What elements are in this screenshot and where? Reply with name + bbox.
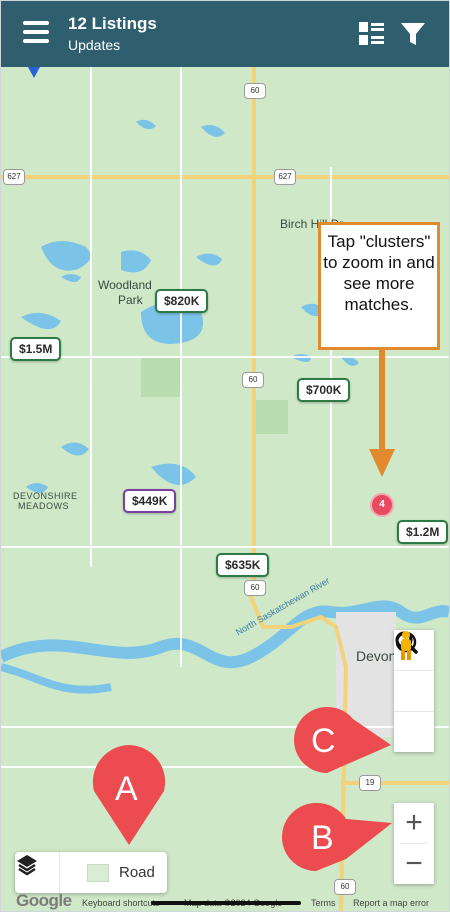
filter-icon[interactable] bbox=[399, 20, 427, 48]
callout-c-badge bbox=[294, 706, 391, 773]
tooltip-arrow-icon bbox=[369, 349, 395, 477]
top-bar: 12 Listings Updates bbox=[1, 1, 449, 67]
zoom-control: + − bbox=[394, 803, 434, 884]
map-graphics bbox=[1, 67, 449, 911]
callout-c-label: C bbox=[311, 722, 336, 760]
callout-a-label: A bbox=[115, 770, 138, 808]
app-window: 12 Listings Updates 60 627 627 60 60 19 … bbox=[0, 0, 450, 912]
highway-shield: 60 bbox=[334, 879, 356, 895]
layers-icon[interactable] bbox=[15, 852, 60, 893]
highway-shield: 19 bbox=[359, 775, 381, 791]
terms-link[interactable]: Terms bbox=[311, 898, 336, 908]
listing-price-tag[interactable]: $1.5M bbox=[10, 337, 62, 361]
navigation-arrow-icon[interactable] bbox=[394, 631, 434, 712]
zoom-in-button[interactable]: + bbox=[394, 803, 434, 843]
highway-shield: 60 bbox=[244, 83, 266, 99]
highway-shield: 627 bbox=[274, 169, 296, 185]
map-canvas[interactable]: 60 627 627 60 60 19 60 Birch Hill Dr Woo… bbox=[1, 67, 449, 911]
listing-price-tag[interactable]: $820K bbox=[155, 289, 209, 313]
listings-title: 12 Listings bbox=[68, 14, 157, 33]
highway-shield: 627 bbox=[3, 169, 25, 185]
listing-price-tag[interactable]: $700K bbox=[297, 378, 351, 402]
place-label: Park bbox=[118, 293, 143, 307]
place-label: MEADOWS bbox=[18, 501, 70, 511]
callout-b-label: B bbox=[311, 819, 334, 857]
map-type-bar: Road bbox=[15, 852, 167, 893]
highway-shield: 60 bbox=[244, 580, 266, 596]
road-label: Road bbox=[119, 864, 155, 881]
road-thumbnail bbox=[87, 863, 109, 882]
report-map-error-link[interactable]: Report a map error bbox=[353, 898, 429, 908]
home-indicator bbox=[151, 901, 301, 905]
listing-price-tag[interactable]: $635K bbox=[216, 553, 270, 577]
place-label: Devon bbox=[356, 648, 397, 664]
listing-price-tag[interactable]: $1.2M bbox=[397, 520, 449, 544]
location-marker-icon bbox=[28, 67, 40, 78]
map-control-stack bbox=[394, 630, 434, 752]
listing-price-tag[interactable]: $449K bbox=[123, 489, 177, 513]
hamburger-menu-icon[interactable] bbox=[23, 21, 49, 45]
place-label: Woodland bbox=[98, 278, 152, 292]
callout-b-badge bbox=[282, 802, 392, 871]
road-map-type-button[interactable]: Road bbox=[75, 852, 167, 893]
pegman-icon[interactable] bbox=[394, 631, 434, 752]
list-view-icon[interactable] bbox=[358, 21, 385, 47]
zoom-out-button[interactable]: − bbox=[394, 844, 434, 884]
listing-cluster[interactable]: 4 bbox=[370, 493, 394, 517]
keyboard-shortcuts-link[interactable]: Keyboard shortcuts bbox=[82, 898, 160, 908]
cluster-hint-tooltip: Tap "clusters" to zoom in and see more m… bbox=[318, 222, 440, 350]
listings-subtitle[interactable]: Updates bbox=[68, 37, 120, 53]
highway-shield: 60 bbox=[242, 372, 264, 388]
